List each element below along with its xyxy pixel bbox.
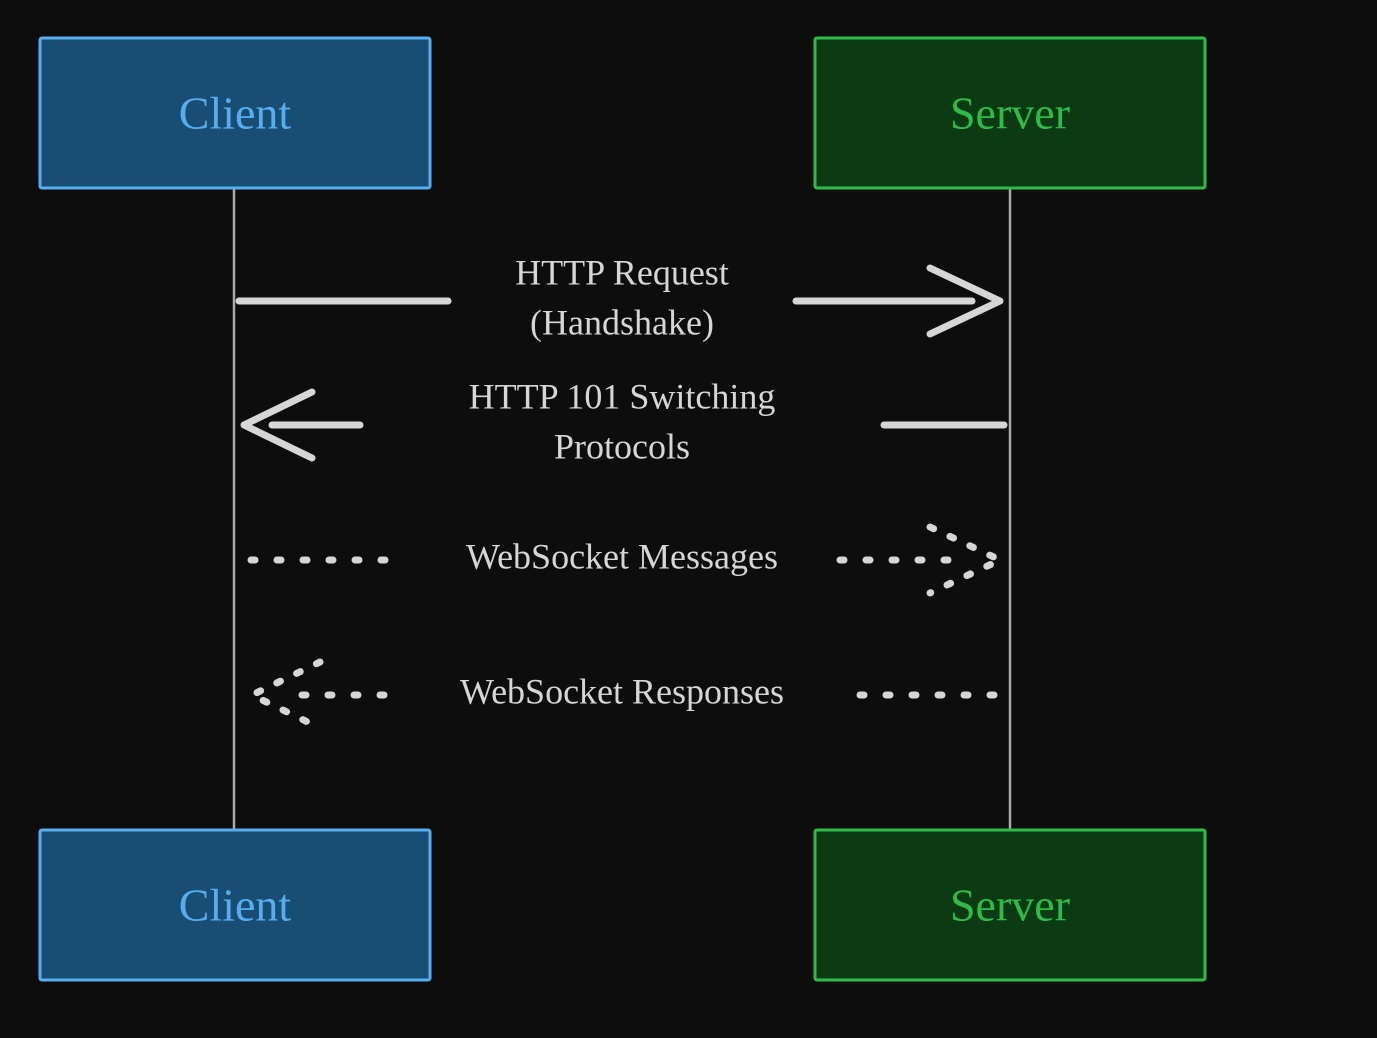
msg-http-101-line1: HTTP 101 Switching (469, 376, 776, 416)
client-box-top: Client (40, 38, 430, 188)
server-box-top: Server (815, 38, 1205, 188)
msg-http-request-line2: (Handshake) (530, 302, 714, 342)
msg-http-101: HTTP 101 Switching Protocols (244, 376, 1004, 466)
msg-http-request-line1: HTTP Request (515, 252, 729, 292)
msg-ws-messages-line1: WebSocket Messages (466, 536, 778, 576)
sequence-diagram: Client Server HTTP Request (Handshake) H… (0, 0, 1377, 1038)
msg-ws-messages: WebSocket Messages (251, 527, 1000, 593)
server-box-bottom: Server (815, 830, 1205, 980)
server-label-top: Server (950, 88, 1070, 139)
client-label-top: Client (179, 88, 292, 139)
msg-ws-responses: WebSocket Responses (252, 662, 994, 728)
msg-http-101-line2: Protocols (554, 426, 690, 466)
msg-http-request: HTTP Request (Handshake) (239, 252, 1000, 342)
client-box-bottom: Client (40, 830, 430, 980)
client-label-bottom: Client (179, 880, 292, 931)
server-label-bottom: Server (950, 880, 1070, 931)
msg-ws-responses-line1: WebSocket Responses (460, 671, 784, 711)
